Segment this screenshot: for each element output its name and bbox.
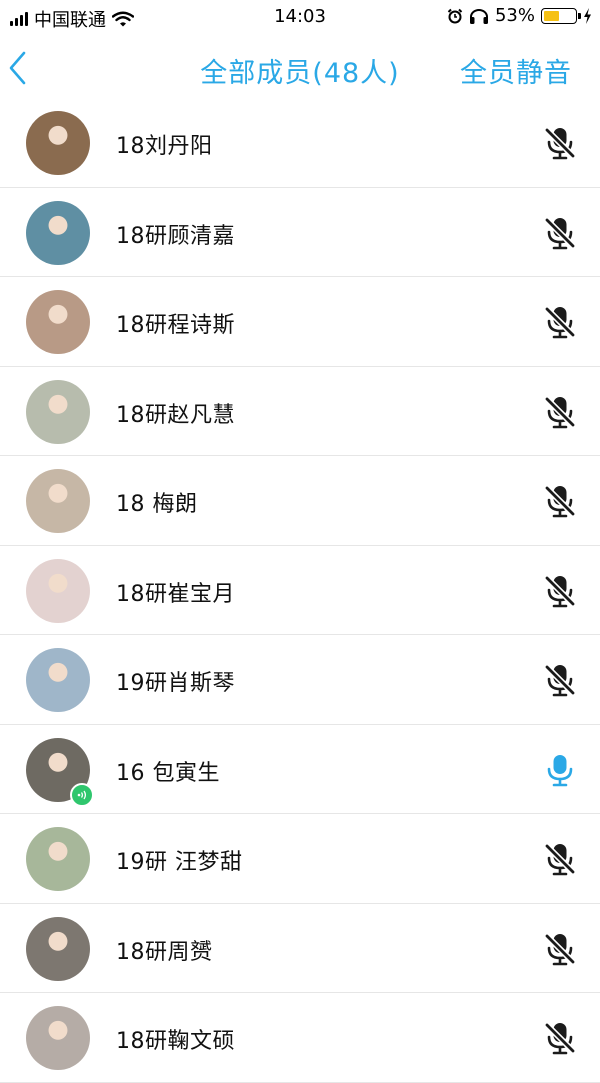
avatar[interactable] <box>26 111 90 175</box>
avatar[interactable] <box>26 379 90 444</box>
nav-bar: 全部成员(48人) 全员静音 <box>0 34 600 98</box>
microphone-muted-icon[interactable] <box>542 125 578 161</box>
battery-percent: 53% <box>494 5 535 26</box>
member-row[interactable]: 18研鞠文硕 <box>0 993 600 1083</box>
battery-icon <box>541 7 581 24</box>
member-name: 19研肖斯琴 <box>116 671 235 696</box>
microphone-muted-icon[interactable] <box>542 662 578 698</box>
member-row[interactable]: 18研周赟 <box>0 904 600 994</box>
avatar[interactable] <box>26 648 90 712</box>
member-row[interactable]: 18研程诗斯 <box>0 277 600 367</box>
member-row[interactable]: 18研顾清嘉 <box>0 188 600 278</box>
microphone-muted-icon[interactable] <box>542 573 578 609</box>
status-bar-right: 53% <box>447 5 592 26</box>
microphone-muted-icon[interactable] <box>542 304 578 340</box>
avatar[interactable] <box>26 916 90 981</box>
microphone-muted-icon[interactable] <box>542 483 578 519</box>
speaking-indicator-icon <box>70 782 94 807</box>
microphone-icon[interactable] <box>542 752 578 788</box>
microphone-muted-icon[interactable] <box>542 1020 578 1056</box>
member-list: 18刘丹阳 18研顾清嘉 18研程诗斯 18研赵凡慧 18 梅朗 18研崔宝月 <box>0 98 600 1083</box>
member-name: 18研顾清嘉 <box>116 223 235 249</box>
member-row[interactable]: 18 梅朗 <box>0 456 600 546</box>
avatar[interactable] <box>26 1006 90 1070</box>
avatar[interactable] <box>26 290 90 354</box>
member-name: 18刘丹阳 <box>116 134 213 159</box>
avatar[interactable] <box>26 558 90 623</box>
alarm-icon <box>447 8 463 23</box>
member-name: 19研 汪梦甜 <box>116 850 243 875</box>
charging-bolt-icon <box>584 7 591 24</box>
avatar[interactable] <box>26 200 90 265</box>
member-name: 18研周赟 <box>116 939 213 965</box>
microphone-muted-icon[interactable] <box>542 394 578 430</box>
member-name: 18研崔宝月 <box>116 581 235 607</box>
microphone-muted-icon[interactable] <box>542 215 578 251</box>
mute-all-button[interactable]: 全员静音 <box>460 51 572 90</box>
member-row[interactable]: 16 包寅生 <box>0 725 600 815</box>
member-row[interactable]: 18研崔宝月 <box>0 546 600 636</box>
member-name: 18研鞠文硕 <box>116 1029 235 1054</box>
avatar[interactable] <box>26 827 90 891</box>
avatar[interactable] <box>26 469 90 533</box>
headphones-icon <box>469 8 488 24</box>
member-row[interactable]: 19研 汪梦甜 <box>0 814 600 904</box>
member-name: 18研程诗斯 <box>116 313 235 338</box>
member-row[interactable]: 18刘丹阳 <box>0 98 600 188</box>
member-name: 18 梅朗 <box>116 492 198 517</box>
member-row[interactable]: 18研赵凡慧 <box>0 367 600 457</box>
microphone-muted-icon[interactable] <box>542 841 578 877</box>
member-name: 16 包寅生 <box>116 760 220 786</box>
status-bar: 中国联通 14:03 53% <box>0 0 600 34</box>
member-name: 18研赵凡慧 <box>116 402 235 428</box>
microphone-muted-icon[interactable] <box>542 931 578 967</box>
member-row[interactable]: 19研肖斯琴 <box>0 635 600 725</box>
